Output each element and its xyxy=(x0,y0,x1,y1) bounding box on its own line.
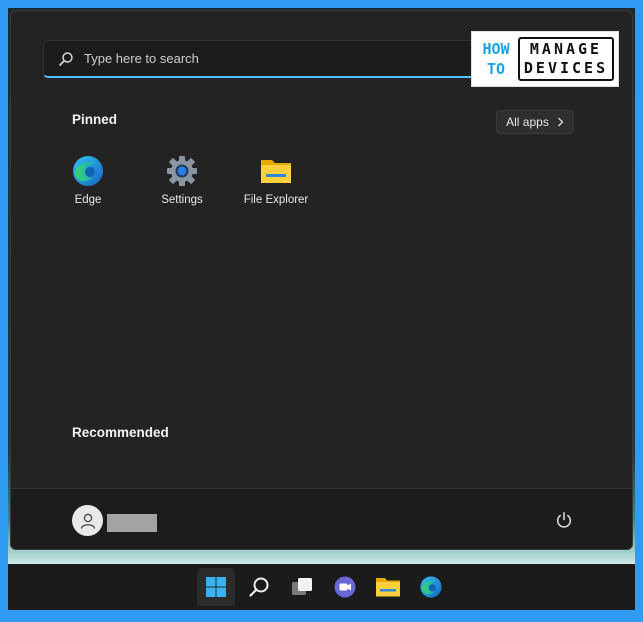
chevron-right-icon xyxy=(557,117,564,127)
windows-start-icon xyxy=(206,577,226,597)
pinned-app-file-explorer[interactable]: File Explorer xyxy=(231,154,321,214)
recommended-heading: Recommended xyxy=(72,425,169,440)
logo-text-devices: DEVICES xyxy=(523,59,609,77)
logo-text-how: HOW xyxy=(482,40,510,58)
taskbar-edge-button[interactable] xyxy=(412,568,450,606)
howtomanagedevices-logo: HOW TO MANAGE DEVICES xyxy=(471,31,619,87)
edge-icon xyxy=(420,576,442,598)
power-button[interactable] xyxy=(554,510,574,530)
pinned-app-label: File Explorer xyxy=(243,194,309,206)
start-menu: HOW TO MANAGE DEVICES Pinned All apps xyxy=(10,10,633,550)
pinned-app-settings[interactable]: Settings xyxy=(137,154,227,214)
search-icon xyxy=(249,577,269,597)
taskbar-search-button[interactable] xyxy=(240,568,278,606)
taskbar-file-explorer-button[interactable] xyxy=(369,568,407,606)
all-apps-label: All apps xyxy=(506,115,549,129)
logo-text-to: TO xyxy=(486,60,506,78)
all-apps-button[interactable]: All apps xyxy=(496,110,574,134)
edge-icon xyxy=(71,154,105,188)
pinned-app-label: Edge xyxy=(74,194,102,206)
settings-icon xyxy=(165,154,199,188)
file-explorer-icon xyxy=(376,578,400,597)
task-view-icon xyxy=(292,578,312,595)
taskbar xyxy=(8,564,635,610)
username-redacted xyxy=(107,514,157,532)
user-avatar-button[interactable] xyxy=(72,505,103,536)
user-avatar-icon xyxy=(80,513,95,529)
pinned-app-label: Settings xyxy=(161,194,203,206)
taskbar-chat-button[interactable] xyxy=(326,568,364,606)
pinned-heading: Pinned xyxy=(72,112,118,127)
taskbar-start-button[interactable] xyxy=(197,568,235,606)
taskbar-task-view-button[interactable] xyxy=(283,568,321,606)
logo-text-manage: MANAGE xyxy=(529,40,603,58)
power-icon xyxy=(556,512,572,528)
pinned-app-edge[interactable]: Edge xyxy=(43,154,133,214)
file-explorer-icon xyxy=(259,154,293,188)
teams-chat-icon xyxy=(334,576,356,598)
search-icon xyxy=(59,51,73,66)
start-menu-footer xyxy=(11,488,632,549)
